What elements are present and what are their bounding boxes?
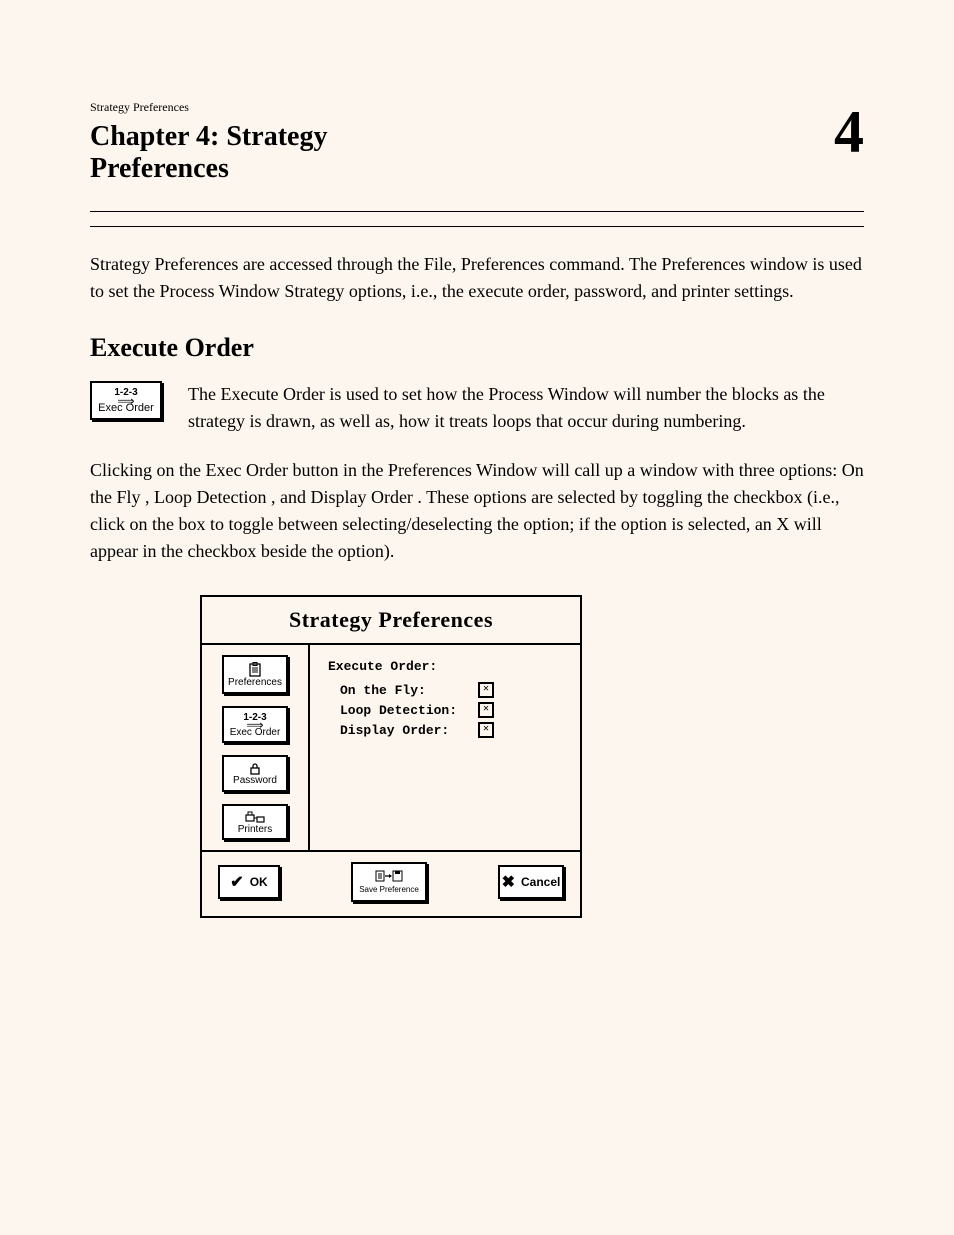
rule-top [90, 211, 864, 212]
rule-bottom [90, 226, 864, 227]
sidebar-label: Printers [238, 825, 272, 836]
chapter-title-line2: Preferences [90, 153, 864, 185]
save-preference-button[interactable]: Save Preference [351, 862, 427, 902]
cancel-button[interactable]: ✖ Cancel [498, 865, 564, 899]
cancel-label: Cancel [521, 875, 560, 889]
option-on-the-fly: On the Fly: ✕ [340, 682, 562, 698]
dialog-footer: ✔ OK Save Preference ✖ Cancel [202, 852, 580, 916]
sidebar-btn-printers[interactable]: Printers [222, 804, 288, 841]
sidebar-label: Exec Order [230, 728, 281, 739]
sidebar-btn-exec-order[interactable]: 1-2-3 ⟹ Exec Order [222, 706, 288, 744]
chapter-title-line1: Chapter 4: Strategy [90, 121, 864, 153]
checkbox-on-the-fly[interactable]: ✕ [478, 682, 494, 698]
checkbox-display-order[interactable]: ✕ [478, 722, 494, 738]
option-label: Loop Detection: [340, 703, 470, 718]
section-body: Clicking on the Exec Order button in the… [90, 457, 864, 565]
ok-button[interactable]: ✔ OK [218, 865, 280, 899]
page-eyebrow: Strategy Preferences [90, 100, 864, 115]
save-icon [375, 870, 403, 884]
intro-paragraph: Strategy Preferences are accessed throug… [90, 251, 864, 305]
section-lead: The Execute Order is used to set how the… [188, 381, 864, 435]
sidebar-btn-password[interactable]: Password [222, 755, 288, 792]
option-label: Display Order: [340, 723, 470, 738]
chapter-number: 4 [834, 111, 864, 153]
exec-order-toolbar-button[interactable]: 1-2-3 ⟹ Exec Order [90, 381, 162, 420]
checkbox-loop-detection[interactable]: ✕ [478, 702, 494, 718]
close-icon: ✖ [502, 872, 515, 892]
sidebar-label: Password [233, 776, 277, 787]
sidebar-label: Preferences [228, 678, 282, 689]
lock-icon [248, 762, 262, 776]
exec-order-label: Exec Order [98, 403, 154, 415]
option-display-order: Display Order: ✕ [340, 722, 562, 738]
dialog-main: Execute Order: On the Fly: ✕ Loop Detect… [310, 645, 580, 850]
dialog-sidebar: Preferences 1-2-3 ⟹ Exec Order Password [202, 645, 310, 850]
group-title: Execute Order: [328, 659, 562, 674]
option-label: On the Fly: [340, 683, 470, 698]
ok-label: OK [250, 875, 268, 889]
check-icon: ✔ [230, 872, 243, 892]
printer-icon [245, 811, 265, 825]
section-title: Execute Order [90, 333, 864, 363]
clipboard-icon [248, 662, 262, 678]
save-label: Save Preference [359, 886, 419, 894]
sidebar-btn-preferences[interactable]: Preferences [222, 655, 288, 694]
dialog-title: Strategy Preferences [202, 597, 580, 645]
option-loop-detection: Loop Detection: ✕ [340, 702, 562, 718]
strategy-preferences-dialog: Strategy Preferences Preferences 1-2-3 ⟹… [200, 595, 582, 918]
